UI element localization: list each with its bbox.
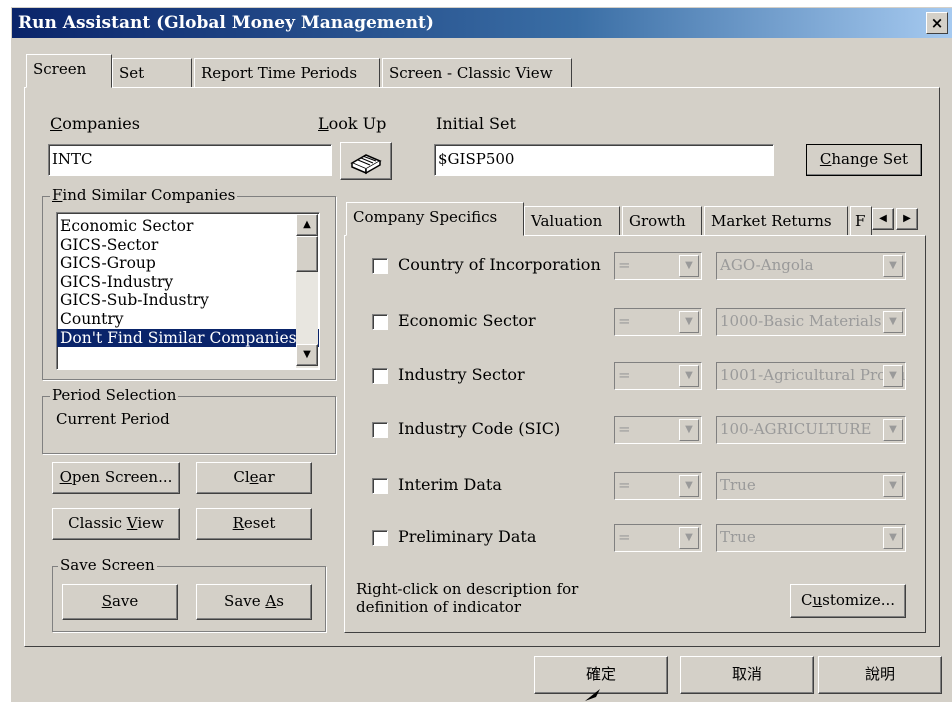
subtab-market-returns[interactable]: Market Returns — [704, 206, 848, 236]
title-bar: Run Assistant (Global Money Management) — [12, 8, 952, 38]
criteria-label: Interim Data — [398, 475, 502, 494]
help-button[interactable]: 說明 — [818, 656, 942, 694]
criteria-label: Industry Sector — [398, 365, 525, 384]
similar-companies-list[interactable]: Economic Sector GICS-Sector GICS-Group G… — [56, 212, 320, 370]
chevron-down-icon[interactable]: ▼ — [883, 475, 903, 497]
list-item[interactable]: GICS-Industry — [57, 273, 319, 292]
criteria-checkbox[interactable] — [372, 530, 388, 546]
chevron-down-icon[interactable]: ▼ — [679, 527, 699, 549]
value-dropdown[interactable]: True — [716, 524, 906, 552]
chevron-down-icon[interactable]: ▼ — [679, 419, 699, 441]
scroll-thumb[interactable] — [296, 236, 318, 272]
list-item[interactable]: GICS-Sub-Industry — [57, 291, 319, 310]
criteria-label: Economic Sector — [398, 311, 536, 330]
criteria-checkbox[interactable] — [372, 368, 388, 384]
scroll-up-icon[interactable]: ▲ — [296, 214, 318, 236]
tab-screen[interactable]: Screen — [26, 54, 112, 88]
list-item[interactable]: Economic Sector — [57, 217, 319, 236]
list-item[interactable]: GICS-Group — [57, 254, 319, 273]
customize-button[interactable]: Customize... — [790, 584, 906, 618]
change-set-button[interactable]: Change Set — [806, 144, 922, 176]
criteria-checkbox[interactable] — [372, 258, 388, 274]
subtab-valuation[interactable]: Valuation — [524, 206, 620, 236]
tab-scroll-right-icon[interactable]: ▶ — [896, 208, 918, 230]
criteria-checkbox[interactable] — [372, 314, 388, 330]
chevron-down-icon[interactable]: ▼ — [679, 255, 699, 277]
criteria-checkbox[interactable] — [372, 422, 388, 438]
list-item-selected[interactable]: Don't Find Similar Companies — [57, 328, 319, 348]
save-button[interactable]: Save — [62, 584, 178, 620]
chevron-down-icon[interactable]: ▼ — [679, 475, 699, 497]
open-screen-button[interactable]: Open Screen... — [52, 462, 180, 494]
find-similar-legend: Find Similar Companies — [50, 186, 238, 204]
window-title: Run Assistant (Global Money Management) — [18, 13, 434, 33]
subtab-company-specifics[interactable]: Company Specifics — [346, 202, 524, 236]
chevron-down-icon[interactable]: ▼ — [883, 365, 903, 387]
value-dropdown[interactable]: 100-AGRICULTURE — [716, 416, 906, 444]
chevron-down-icon[interactable]: ▼ — [679, 311, 699, 333]
tab-screen-classic-view[interactable]: Screen - Classic View — [382, 58, 572, 88]
period-value: Current Period — [56, 410, 170, 428]
criteria-label: Industry Code (SIC) — [398, 419, 561, 438]
initial-set-label: Initial Set — [436, 114, 516, 133]
companies-label: Companies — [50, 114, 140, 133]
book-icon — [350, 154, 382, 175]
list-item[interactable]: Country — [57, 310, 319, 329]
save-screen-legend: Save Screen — [58, 556, 157, 574]
hint-text: Right-click on description for definitio… — [356, 580, 579, 616]
reset-button[interactable]: Reset — [196, 508, 312, 540]
lookup-button[interactable] — [340, 142, 392, 180]
period-selection-legend: Period Selection — [50, 386, 179, 404]
cancel-button[interactable]: 取消 — [680, 656, 814, 694]
clear-button[interactable]: Clear — [196, 462, 312, 494]
chevron-down-icon[interactable]: ▼ — [883, 419, 903, 441]
mouse-cursor-icon — [585, 689, 600, 701]
companies-input[interactable]: INTC — [48, 144, 332, 176]
criteria-label: Country of Incorporation — [398, 255, 601, 274]
tab-report-time-periods[interactable]: Report Time Periods — [194, 58, 380, 88]
subtab-more[interactable]: F — [850, 206, 872, 236]
classic-view-button[interactable]: Classic View — [52, 508, 180, 540]
value-dropdown[interactable]: 1001-Agricultural Products — [716, 362, 906, 390]
chevron-down-icon[interactable]: ▼ — [883, 255, 903, 277]
chevron-down-icon[interactable]: ▼ — [883, 527, 903, 549]
criteria-label: Preliminary Data — [398, 527, 537, 546]
subtab-growth[interactable]: Growth — [622, 206, 702, 236]
list-item[interactable]: GICS-Sector — [57, 236, 319, 255]
value-dropdown[interactable]: AGO-Angola — [716, 252, 906, 280]
value-dropdown[interactable]: 1000-Basic Materials — [716, 308, 906, 336]
tab-scroll-left-icon[interactable]: ◀ — [872, 208, 894, 230]
save-as-button[interactable]: Save As — [196, 584, 312, 620]
lookup-label: Look Up — [318, 114, 387, 133]
initial-set-input[interactable]: $GISP500 — [434, 144, 774, 176]
criteria-checkbox[interactable] — [372, 478, 388, 494]
scroll-down-icon[interactable]: ▼ — [296, 344, 318, 366]
chevron-down-icon[interactable]: ▼ — [679, 365, 699, 387]
close-icon[interactable]: × — [926, 12, 948, 34]
chevron-down-icon[interactable]: ▼ — [883, 311, 903, 333]
value-dropdown[interactable]: True — [716, 472, 906, 500]
tab-set[interactable]: Set — [112, 58, 192, 88]
